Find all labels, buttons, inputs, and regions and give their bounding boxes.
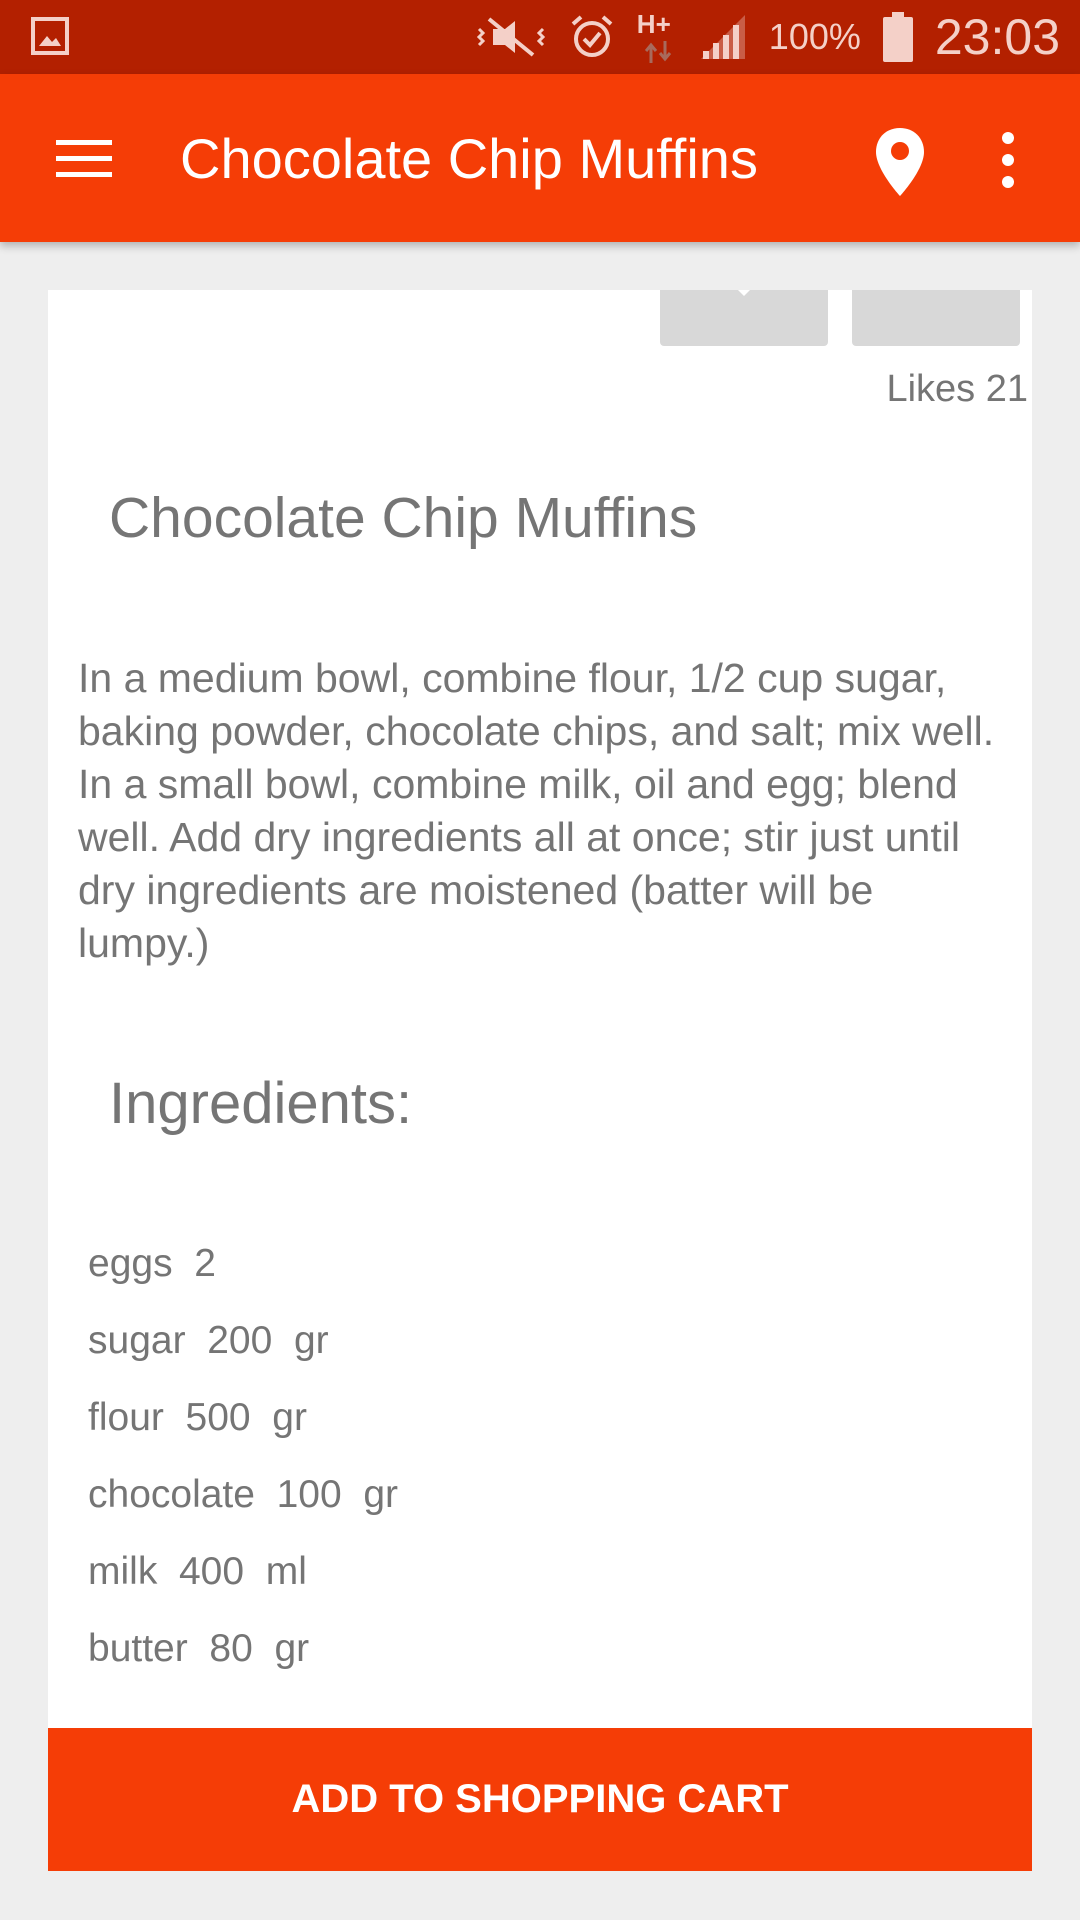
ingredient-item: butter 80 gr: [88, 1627, 310, 1670]
menu-icon[interactable]: [50, 134, 118, 182]
battery-percent: 100%: [768, 16, 861, 57]
ingredients-list: eggs 2 sugar 200 gr flour 500 gr chocola…: [88, 1242, 398, 1704]
favorite-button[interactable]: [660, 290, 828, 346]
recipe-title: Chocolate Chip Muffins: [109, 486, 698, 550]
gallery-icon: [31, 17, 69, 55]
share-icon: [852, 290, 1020, 346]
network-icon: H+: [637, 9, 677, 65]
more-vert-icon[interactable]: [980, 128, 1036, 192]
battery-icon: [882, 12, 913, 62]
recipe-card: Likes 21 Chocolate Chip Muffins In a med…: [48, 290, 1032, 1730]
favorite-icon: [738, 290, 750, 296]
status-clock: 23:03: [934, 9, 1060, 65]
likes-count: Likes 21: [886, 368, 1028, 410]
alarm-icon: [571, 15, 613, 57]
ingredient-item: sugar 200 gr: [88, 1319, 329, 1362]
ingredient-item: flour 500 gr: [88, 1396, 307, 1439]
share-button[interactable]: [852, 290, 1020, 346]
add-to-cart-button[interactable]: ADD TO SHOPPING CART: [48, 1728, 1032, 1871]
ingredient-item: eggs 2: [88, 1242, 216, 1285]
location-pin-icon[interactable]: [872, 126, 928, 198]
mute-vibrate-icon: [476, 17, 545, 57]
app-bar: Chocolate Chip Muffins: [0, 74, 1080, 242]
ingredient-item: milk 400 ml: [88, 1550, 307, 1593]
ingredients-heading: Ingredients:: [109, 1071, 413, 1136]
network-type-label: H+: [636, 9, 671, 39]
signal-icon: [700, 15, 745, 59]
page-title: Chocolate Chip Muffins: [180, 126, 758, 190]
recipe-description: In a medium bowl, combine flour, 1/2 cup…: [78, 655, 995, 966]
ingredient-item: chocolate 100 gr: [88, 1473, 399, 1516]
status-bar: H+ 100% 23:03: [0, 0, 1080, 74]
